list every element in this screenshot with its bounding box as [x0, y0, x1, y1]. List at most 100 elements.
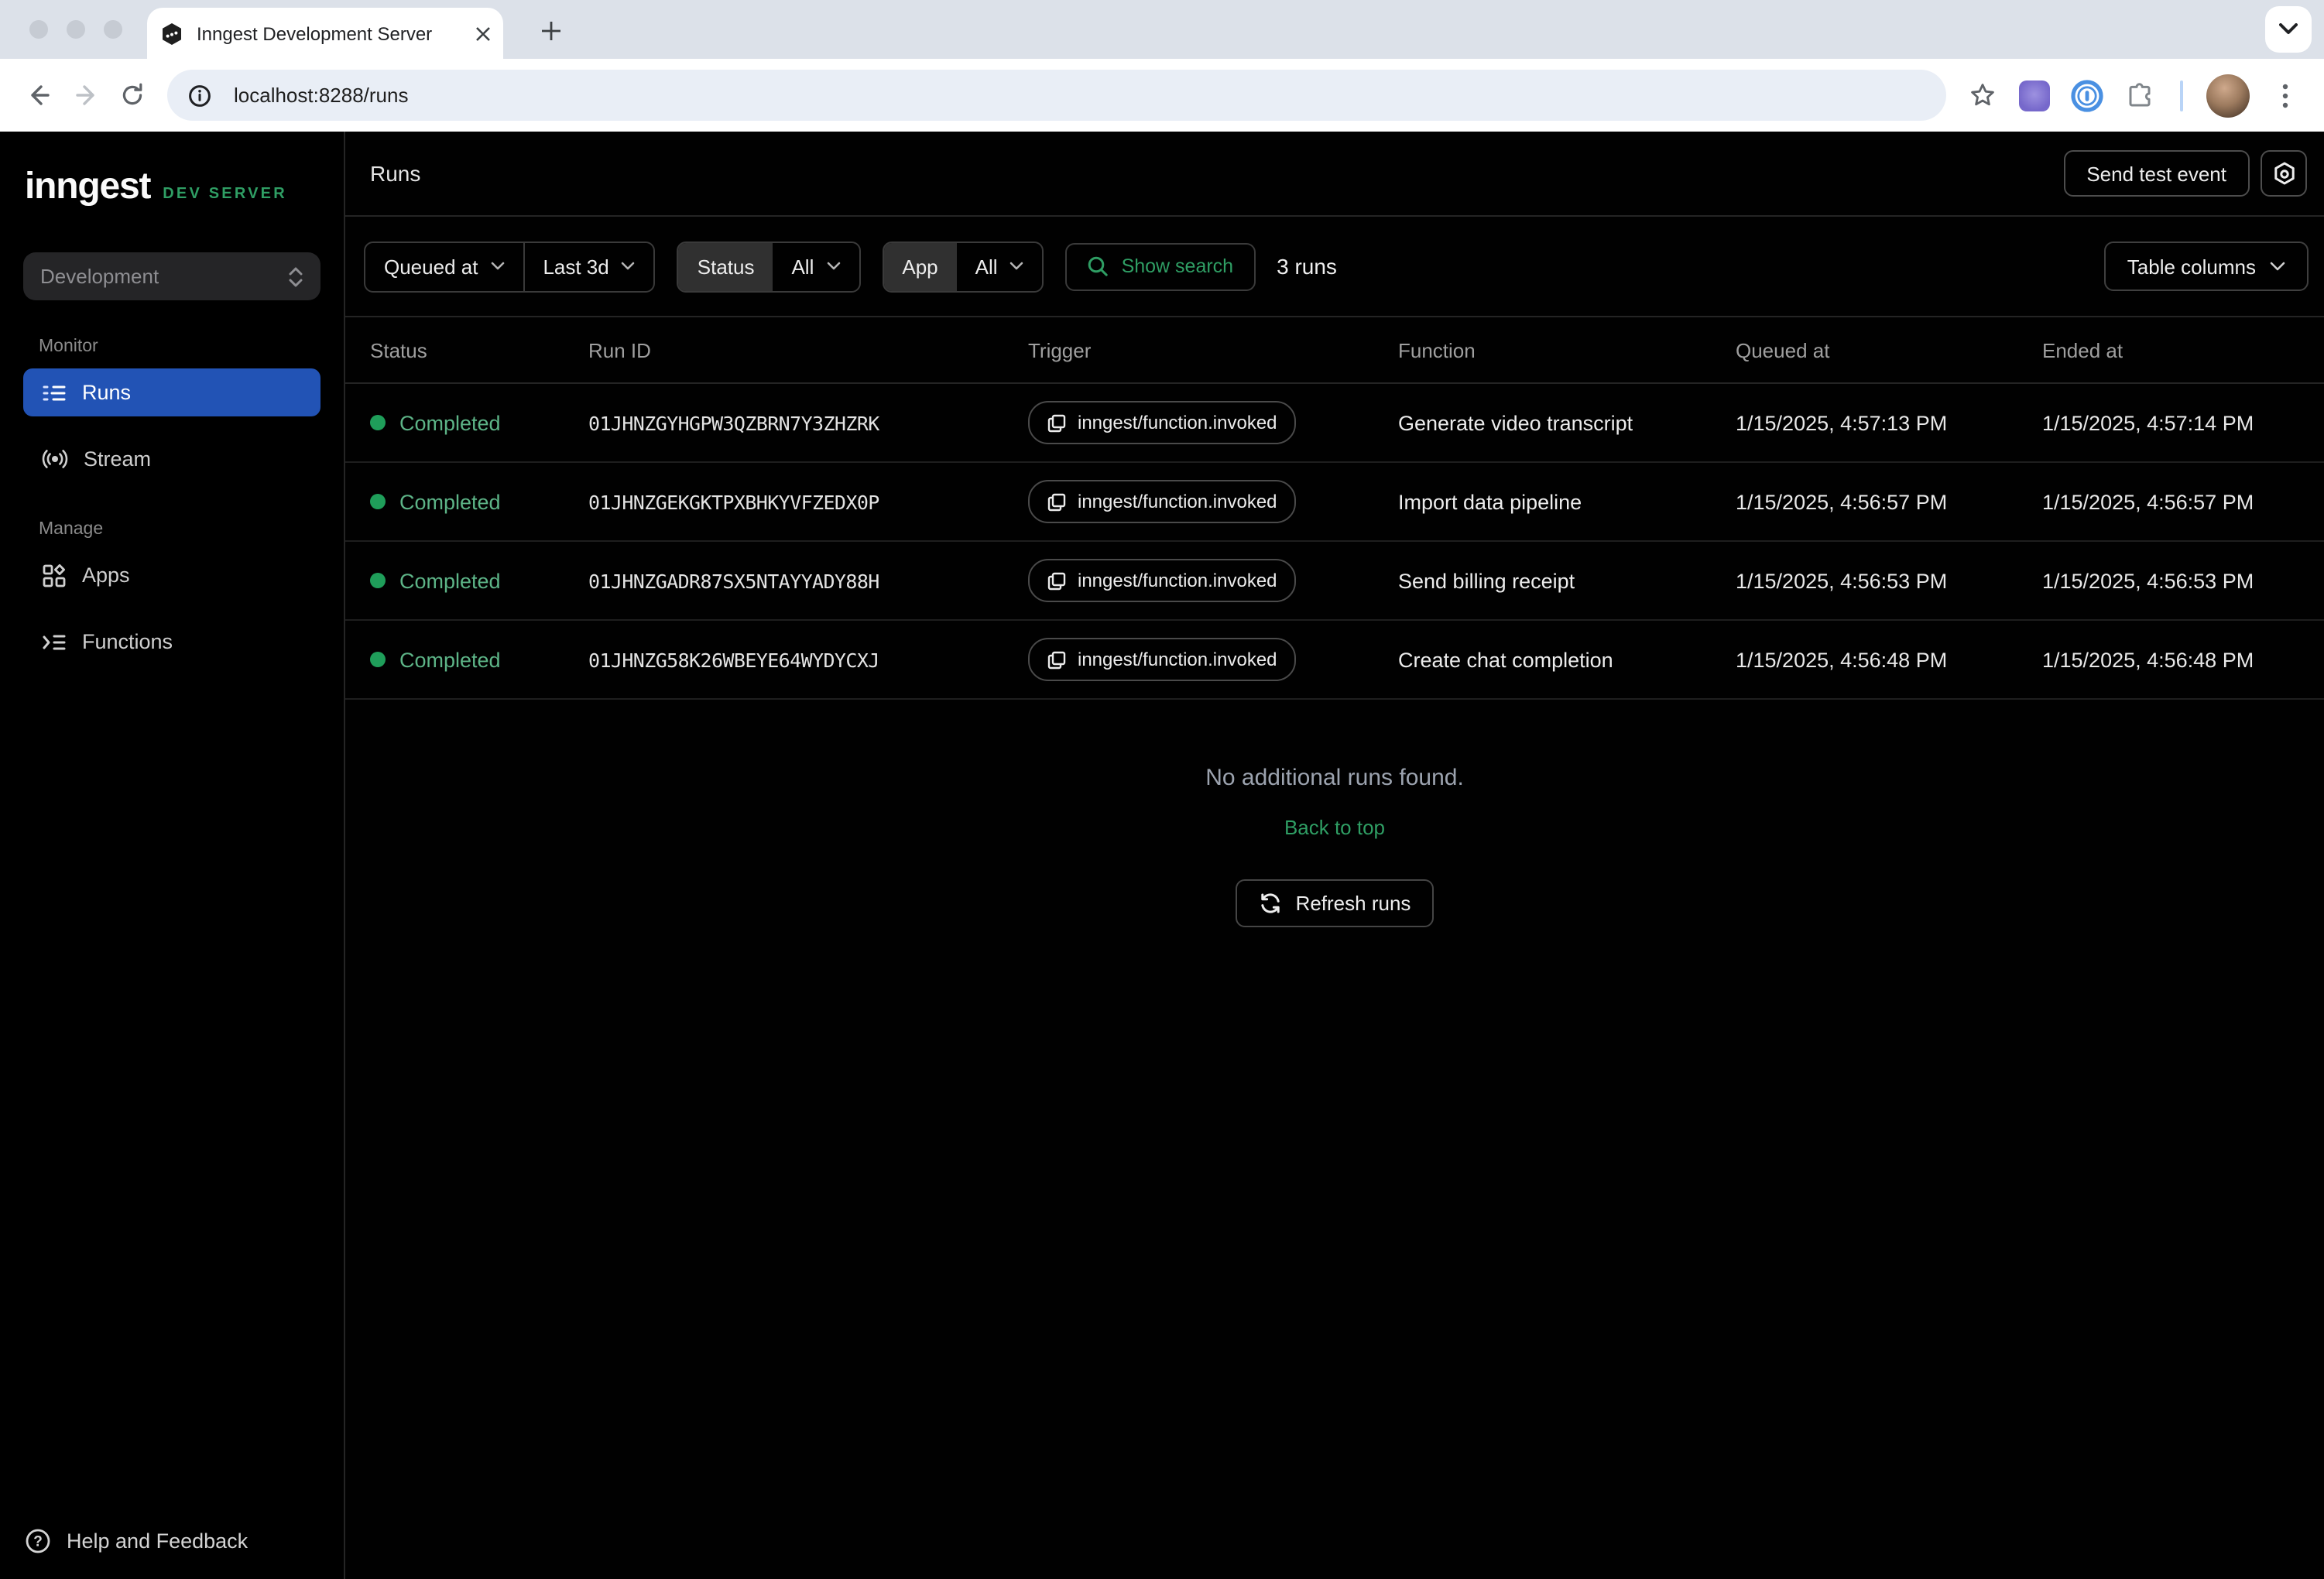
chevron-down-icon: [826, 262, 840, 271]
sidebar-item-label: Stream: [84, 447, 151, 471]
back-button[interactable]: [15, 72, 62, 118]
time-range-dropdown[interactable]: Last 3d: [523, 242, 653, 290]
extension-purple-icon[interactable]: [2019, 80, 2050, 111]
search-icon: [1088, 255, 1109, 277]
column-header-ended-at: Ended at: [2042, 338, 2324, 361]
trigger-name: inngest/function.invoked: [1078, 491, 1277, 512]
status-dot: [370, 652, 386, 667]
back-to-top-link[interactable]: Back to top: [1284, 816, 1385, 839]
filter-bar: Queued at Last 3d Status All: [345, 217, 2324, 316]
table-row[interactable]: Completed 01JHNZGEKGKTPXBHKYVFZEDX0P inn…: [345, 463, 2324, 542]
runs-count: 3 runs: [1277, 254, 1337, 279]
status-dot: [370, 415, 386, 430]
status-filter-dropdown[interactable]: All: [773, 242, 859, 290]
time-filter: Queued at Last 3d: [364, 241, 656, 292]
url-text[interactable]: localhost:8288/runs: [234, 84, 409, 107]
logo: inngest DEV SERVER: [25, 169, 319, 206]
address-bar[interactable]: localhost:8288/runs: [167, 70, 1946, 121]
trigger-name: inngest/function.invoked: [1078, 412, 1277, 433]
sidebar-item-functions[interactable]: Functions: [23, 618, 320, 666]
column-header-queued-at: Queued at: [1736, 338, 2042, 361]
password-manager-icon[interactable]: [2064, 72, 2110, 118]
run-status: Completed: [399, 411, 501, 434]
window-controls[interactable]: [29, 20, 122, 39]
environment-selector[interactable]: Development: [23, 252, 320, 300]
column-header-status: Status: [370, 338, 588, 361]
show-search-button[interactable]: Show search: [1066, 242, 1256, 290]
ended-at-value: 1/15/2025, 4:56:48 PM: [2042, 648, 2324, 671]
app-filter-dropdown[interactable]: All: [957, 242, 1043, 290]
refresh-runs-button[interactable]: Refresh runs: [1236, 879, 1435, 927]
refresh-icon: [1259, 892, 1282, 915]
window-close-button[interactable]: [29, 20, 48, 39]
copy-icon: [1047, 649, 1067, 670]
copy-icon: [1047, 492, 1067, 512]
trigger-pill[interactable]: inngest/function.invoked: [1028, 401, 1296, 444]
new-tab-button[interactable]: [531, 11, 571, 51]
sidebar-item-label: Functions: [82, 630, 173, 653]
status-dot: [370, 573, 386, 588]
sidebar-item-runs[interactable]: Runs: [23, 368, 320, 416]
apps-category-icon: [42, 563, 67, 587]
trigger-pill[interactable]: inngest/function.invoked: [1028, 638, 1296, 681]
profile-avatar[interactable]: [2206, 74, 2250, 117]
queued-at-value: 1/15/2025, 4:57:13 PM: [1736, 411, 2042, 434]
screen: Inngest Development Server localhost:828…: [0, 0, 2324, 1579]
trigger-pill[interactable]: inngest/function.invoked: [1028, 480, 1296, 523]
functions-icon: [42, 629, 67, 654]
chevron-down-icon: [622, 262, 636, 271]
app-filter-value: All: [975, 255, 998, 278]
run-status: Completed: [399, 569, 501, 592]
app-filter-label: App: [883, 242, 956, 290]
site-info-icon[interactable]: [177, 72, 223, 118]
stream-broadcast-icon: [42, 446, 68, 472]
status-filter: Status All: [677, 241, 861, 292]
tab-title: Inngest Development Server: [197, 22, 475, 44]
time-field-dropdown[interactable]: Queued at: [365, 242, 523, 290]
ended-at-value: 1/15/2025, 4:56:57 PM: [2042, 490, 2324, 513]
help-and-feedback[interactable]: ? Help and Feedback: [25, 1528, 319, 1554]
run-id[interactable]: 01JHNZG58K26WBEYE64WYDYCXJ: [588, 648, 1028, 671]
main-content: Runs Send test event Queued at Last: [345, 132, 2324, 1579]
send-test-event-button[interactable]: Send test event: [2063, 150, 2250, 197]
tab-search-button[interactable]: [2265, 6, 2312, 53]
column-header-trigger: Trigger: [1028, 338, 1398, 361]
table-columns-button[interactable]: Table columns: [2104, 241, 2309, 291]
bookmark-star-icon[interactable]: [1959, 72, 2005, 118]
copy-icon: [1047, 570, 1067, 591]
browser-menu-icon[interactable]: [2262, 72, 2309, 118]
sidebar-item-apps[interactable]: Apps: [23, 551, 320, 599]
window-zoom-button[interactable]: [104, 20, 122, 39]
run-status: Completed: [399, 648, 501, 671]
function-name[interactable]: Import data pipeline: [1398, 490, 1736, 513]
function-name[interactable]: Generate video transcript: [1398, 411, 1736, 434]
column-header-function: Function: [1398, 338, 1736, 361]
chevron-down-icon: [2270, 262, 2285, 271]
column-header-run-id: Run ID: [588, 338, 1028, 361]
settings-button[interactable]: [2261, 150, 2307, 197]
browser-tab[interactable]: Inngest Development Server: [147, 8, 503, 59]
empty-state: No additional runs found. Back to top Re…: [345, 700, 2324, 1579]
tab-close-icon[interactable]: [475, 26, 491, 41]
run-id[interactable]: 01JHNZGADR87SX5NTAYYADY88H: [588, 569, 1028, 592]
table-row[interactable]: Completed 01JHNZGADR87SX5NTAYYADY88H inn…: [345, 542, 2324, 621]
function-name[interactable]: Create chat completion: [1398, 648, 1736, 671]
sidebar-item-label: Runs: [82, 381, 131, 404]
run-status: Completed: [399, 490, 501, 513]
function-name[interactable]: Send billing receipt: [1398, 569, 1736, 592]
chevron-down-icon: [490, 262, 504, 271]
table-row[interactable]: Completed 01JHNZGYHGPW3QZBRN7Y3ZHZRK inn…: [345, 384, 2324, 463]
extensions-puzzle-icon[interactable]: [2117, 72, 2163, 118]
trigger-pill[interactable]: inngest/function.invoked: [1028, 559, 1296, 602]
sidebar: inngest DEV SERVER Development Monitor R…: [0, 132, 345, 1579]
chevron-up-down-icon: [288, 265, 303, 287]
time-range-value: Last 3d: [543, 255, 608, 278]
sidebar-item-stream[interactable]: Stream: [23, 435, 320, 483]
run-id[interactable]: 01JHNZGEKGKTPXBHKYVFZEDX0P: [588, 490, 1028, 513]
chevron-down-icon: [1010, 262, 1024, 271]
window-minimize-button[interactable]: [67, 20, 85, 39]
table-row[interactable]: Completed 01JHNZG58K26WBEYE64WYDYCXJ inn…: [345, 621, 2324, 700]
reload-button[interactable]: [108, 72, 155, 118]
run-id[interactable]: 01JHNZGYHGPW3QZBRN7Y3ZHZRK: [588, 411, 1028, 434]
forward-button[interactable]: [62, 72, 108, 118]
